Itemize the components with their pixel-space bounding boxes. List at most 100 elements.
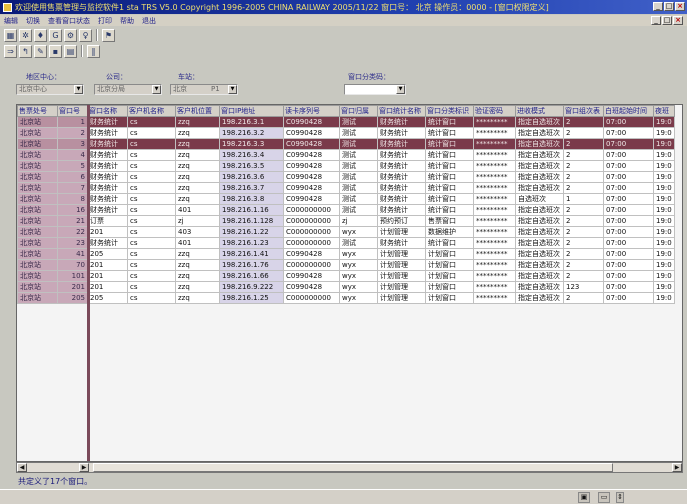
table-cell[interactable]: cs: [127, 138, 176, 150]
table-row[interactable]: 北京站 4 财务统计 cs zzq 198.216.3.4 C0990428 测试 财务统计 统计…: [17, 149, 675, 161]
table-cell[interactable]: 19:0: [653, 127, 675, 139]
table-cell[interactable]: 计划窗口: [425, 270, 474, 282]
table-cell[interactable]: 07:00: [603, 237, 654, 249]
menu-edit[interactable]: 编辑: [4, 16, 18, 26]
table-cell[interactable]: C0990428: [283, 193, 340, 205]
chevron-down-icon[interactable]: ▼: [74, 85, 83, 94]
table-cell[interactable]: 198.216.1.66: [219, 270, 284, 282]
table-cell[interactable]: 201: [87, 226, 128, 238]
column-header[interactable]: 读卡序列号: [283, 105, 340, 117]
table-cell[interactable]: 统计窗口: [425, 138, 474, 150]
spinner-icon[interactable]: ⇕: [616, 492, 624, 503]
table-cell[interactable]: 07:00: [603, 193, 654, 205]
table-cell[interactable]: 测试: [339, 237, 378, 249]
table-cell[interactable]: *********: [473, 138, 516, 150]
table-cell[interactable]: zzq: [175, 193, 220, 205]
table-row[interactable]: 北京站 23 财务统计 cs 401 198.216.1.23 C000000000 测试 财务…: [17, 237, 675, 249]
table-cell[interactable]: 201: [87, 259, 128, 271]
table-cell[interactable]: 财务统计: [377, 116, 426, 128]
column-header[interactable]: 进收模式: [515, 105, 564, 117]
table-cell[interactable]: C0990428: [283, 160, 340, 172]
table-cell[interactable]: 财务统计: [377, 182, 426, 194]
table-cell[interactable]: 财务统计: [377, 160, 426, 172]
window-type-select[interactable]: ▼: [344, 84, 406, 95]
chevron-down-icon[interactable]: ▼: [152, 85, 161, 94]
table-cell[interactable]: zj: [339, 215, 378, 227]
flag-icon[interactable]: ⚑: [102, 28, 115, 42]
table-cell[interactable]: 北京站: [17, 259, 58, 271]
table-cell[interactable]: 07:00: [603, 182, 654, 194]
table-cell[interactable]: 07:00: [603, 116, 654, 128]
table-cell[interactable]: 财务统计: [87, 182, 128, 194]
table-cell[interactable]: 计划管理: [377, 259, 426, 271]
table-cell[interactable]: 统计窗口: [425, 116, 474, 128]
table-cell[interactable]: 403: [175, 226, 220, 238]
table-row[interactable]: 北京站 1 财务统计 cs zzq 198.216.3.1 C0990428 测试 财务统计 统计…: [17, 116, 675, 128]
column-header[interactable]: 客户机名称: [127, 105, 176, 117]
table-row[interactable]: 北京站 3 财务统计 cs zzq 198.216.3.3 C0990428 测试 财务统计 统计…: [17, 138, 675, 150]
table-cell[interactable]: *********: [473, 193, 516, 205]
table-cell[interactable]: 19:0: [653, 259, 675, 271]
table-cell[interactable]: 北京站: [17, 182, 58, 194]
table-cell[interactable]: 指定自选班次: [515, 270, 564, 282]
table-cell[interactable]: C0990428: [283, 270, 340, 282]
table-cell[interactable]: 23: [57, 237, 88, 249]
table-row[interactable]: 北京站 41 205 cs zzq 198.216.1.41 C0990428 wyx 计划管理…: [17, 248, 675, 260]
table-cell[interactable]: 5: [57, 160, 88, 172]
scroll-right-icon[interactable]: ▶: [79, 463, 89, 472]
table-cell[interactable]: 198.216.1.76: [219, 259, 284, 271]
table-cell[interactable]: 测试: [339, 182, 378, 194]
table-cell[interactable]: zzq: [175, 171, 220, 183]
table-cell[interactable]: 198.216.3.4: [219, 149, 284, 161]
table-cell[interactable]: 计划管理: [377, 281, 426, 293]
table-cell[interactable]: 北京站: [17, 171, 58, 183]
table-cell[interactable]: 2: [563, 160, 604, 172]
table-cell[interactable]: C000000000: [283, 292, 340, 304]
table-cell[interactable]: 测试: [339, 138, 378, 150]
table-cell[interactable]: 198.216.1.25: [219, 292, 284, 304]
table-cell[interactable]: 财务统计: [377, 193, 426, 205]
table-cell[interactable]: 19:0: [653, 204, 675, 216]
table-cell[interactable]: 北京站: [17, 292, 58, 304]
table-cell[interactable]: zzq: [175, 270, 220, 282]
table-cell[interactable]: 198.216.1.23: [219, 237, 284, 249]
table-cell[interactable]: 指定自选班次: [515, 182, 564, 194]
table-cell[interactable]: *********: [473, 182, 516, 194]
table-cell[interactable]: 北京站: [17, 193, 58, 205]
table-cell[interactable]: wyx: [339, 281, 378, 293]
table-cell[interactable]: 101: [57, 270, 88, 282]
table-cell[interactable]: 财务统计: [377, 149, 426, 161]
table-cell[interactable]: zzq: [175, 127, 220, 139]
table-cell[interactable]: 2: [563, 237, 604, 249]
table-cell[interactable]: 07:00: [603, 248, 654, 260]
text-icon[interactable]: G: [49, 28, 62, 42]
table-cell[interactable]: *********: [473, 281, 516, 293]
table-cell[interactable]: 北京站: [17, 248, 58, 260]
scrollbar-thumb[interactable]: [93, 463, 613, 472]
table-cell[interactable]: cs: [127, 292, 176, 304]
table-cell[interactable]: 指定自选班次: [515, 259, 564, 271]
table-cell[interactable]: 计划窗口: [425, 281, 474, 293]
table-cell[interactable]: C0990428: [283, 127, 340, 139]
table-cell[interactable]: C000000000: [283, 204, 340, 216]
table-cell[interactable]: cs: [127, 226, 176, 238]
table-cell[interactable]: cs: [127, 127, 176, 139]
table-cell[interactable]: 测试: [339, 160, 378, 172]
table-cell[interactable]: 财务统计: [87, 160, 128, 172]
table-cell[interactable]: 19:0: [653, 215, 675, 227]
column-header[interactable]: 窗口名称: [87, 105, 128, 117]
table-cell[interactable]: 统计窗口: [425, 149, 474, 161]
arrow-icon[interactable]: ↰: [19, 44, 32, 58]
table-cell[interactable]: 指定自选班次: [515, 215, 564, 227]
table-cell[interactable]: 198.216.1.41: [219, 248, 284, 260]
table-row[interactable]: 北京站 5 财务统计 cs zzq 198.216.3.5 C0990428 测试 财务统计 统计…: [17, 160, 675, 172]
table-cell[interactable]: cs: [127, 149, 176, 161]
table-cell[interactable]: 3: [57, 138, 88, 150]
table-cell[interactable]: *********: [473, 215, 516, 227]
pin-icon[interactable]: ♦: [34, 28, 47, 42]
table-cell[interactable]: cs: [127, 182, 176, 194]
column-header[interactable]: 窗口归属: [339, 105, 378, 117]
table-cell[interactable]: 统计窗口: [425, 127, 474, 139]
table-cell[interactable]: 财务统计: [377, 138, 426, 150]
table-cell[interactable]: 财务统计: [87, 193, 128, 205]
